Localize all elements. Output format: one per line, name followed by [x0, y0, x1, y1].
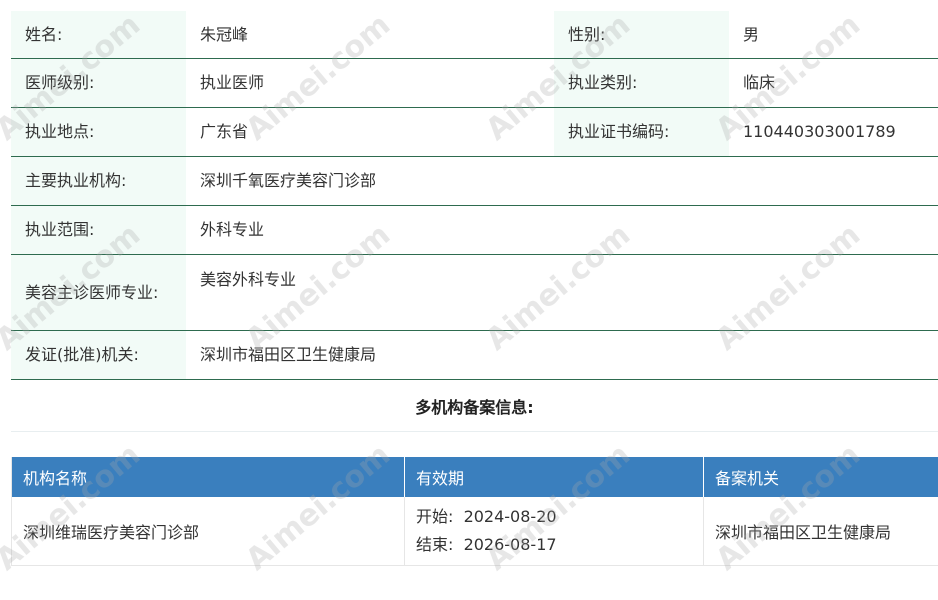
info-row-scope: 执业范围: 外科专业	[11, 206, 938, 255]
category-value: 临床	[743, 73, 776, 93]
table-row: 深圳维瑞医疗美容门诊部 开始: 2024-08-20 结束: 2026-08-1…	[12, 497, 938, 566]
info-row-name: 姓名: 朱冠峰 性别: 男	[11, 11, 938, 59]
cosmetic-label: 美容主诊医师专业:	[11, 255, 186, 330]
issuer-value: 深圳市福田区卫生健康局	[200, 345, 377, 365]
level-label: 医师级别:	[11, 59, 186, 107]
category-label: 执业类别:	[554, 59, 729, 107]
scope-value: 外科专业	[200, 220, 265, 240]
institution-value: 深圳千氧医疗美容门诊部	[200, 171, 377, 191]
institution-label: 主要执业机构:	[11, 157, 186, 205]
name-label: 姓名:	[11, 11, 186, 58]
gender-value: 男	[743, 24, 760, 44]
info-row-level: 医师级别: 执业医师 执业类别: 临床	[11, 59, 938, 108]
info-row-location: 执业地点: 广东省 执业证书编码: 110440303001789	[11, 108, 938, 157]
header-institution: 机构名称	[12, 457, 405, 497]
scope-label: 执业范围:	[11, 206, 186, 254]
record-authority: 深圳市福田区卫生健康局	[715, 523, 892, 542]
record-institution: 深圳维瑞医疗美容门诊部	[12, 497, 405, 565]
cosmetic-value: 美容外科专业	[200, 270, 297, 289]
multi-institution-table: 机构名称 有效期 备案机关 深圳维瑞医疗美容门诊部 开始: 2024-08-20…	[11, 457, 938, 566]
location-value: 广东省	[200, 122, 249, 142]
info-row-issuer: 发证(批准)机关: 深圳市福田区卫生健康局	[11, 331, 938, 380]
level-value: 执业医师	[200, 73, 265, 93]
issuer-label: 发证(批准)机关:	[11, 331, 186, 379]
record-start-date: 开始: 2024-08-20	[416, 507, 557, 526]
cert-value: 110440303001789	[743, 122, 896, 142]
doctor-info-table: 姓名: 朱冠峰 性别: 男 医师级别: 执业医师 执业类别: 临床 执业地点: …	[11, 11, 938, 380]
record-end-date: 结束: 2026-08-17	[416, 535, 557, 554]
name-value: 朱冠峰	[200, 24, 249, 44]
cert-label: 执业证书编码:	[554, 108, 729, 156]
header-validity: 有效期	[405, 457, 704, 497]
info-row-institution: 主要执业机构: 深圳千氧医疗美容门诊部	[11, 157, 938, 206]
location-label: 执业地点:	[11, 108, 186, 156]
table-header-row: 机构名称 有效期 备案机关	[12, 457, 938, 497]
multi-institution-title: 多机构备案信息:	[11, 381, 938, 432]
gender-label: 性别:	[554, 11, 729, 58]
record-validity: 开始: 2024-08-20 结束: 2026-08-17	[405, 497, 704, 565]
header-authority: 备案机关	[715, 469, 780, 488]
info-row-cosmetic: 美容主诊医师专业: 美容外科专业	[11, 255, 938, 331]
